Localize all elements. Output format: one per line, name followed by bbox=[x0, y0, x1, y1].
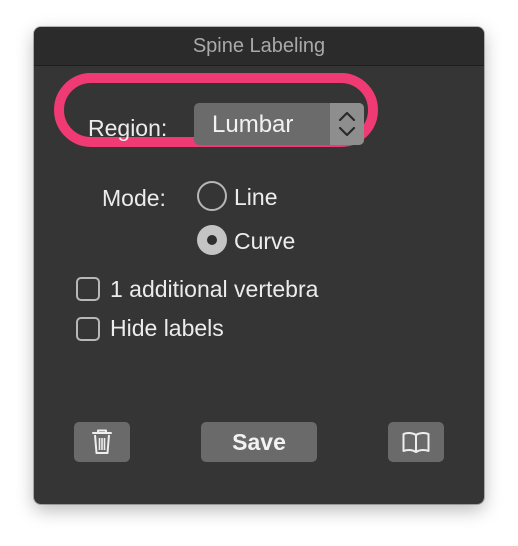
additional-vertebra-label[interactable]: 1 additional vertebra bbox=[110, 276, 318, 303]
up-down-chevrons-icon bbox=[330, 103, 364, 145]
mode-curve-label[interactable]: Curve bbox=[234, 228, 295, 255]
mode-line-radio[interactable] bbox=[197, 181, 227, 211]
book-icon bbox=[402, 431, 430, 453]
mode-curve-radio[interactable] bbox=[197, 225, 227, 255]
delete-button[interactable] bbox=[74, 422, 130, 462]
mode-line-label[interactable]: Line bbox=[234, 184, 277, 211]
save-button-label: Save bbox=[232, 429, 286, 455]
hide-labels-checkbox[interactable] bbox=[76, 317, 100, 341]
spine-labeling-panel: Spine Labeling Region: Lumbar Mode: Line… bbox=[34, 27, 484, 504]
radio-selected-dot bbox=[207, 235, 217, 245]
region-popup-button[interactable]: Lumbar bbox=[194, 103, 364, 145]
hide-labels-label[interactable]: Hide labels bbox=[110, 315, 224, 342]
region-selected-value: Lumbar bbox=[212, 111, 294, 138]
save-button[interactable]: Save bbox=[201, 422, 317, 462]
mode-label: Mode: bbox=[102, 185, 166, 211]
trash-icon bbox=[92, 429, 112, 454]
title-bar[interactable]: Spine Labeling bbox=[34, 27, 484, 66]
panel-title: Spine Labeling bbox=[192, 35, 326, 57]
help-button[interactable] bbox=[388, 422, 444, 462]
additional-vertebra-checkbox[interactable] bbox=[76, 277, 100, 301]
region-label: Region: bbox=[88, 115, 168, 141]
